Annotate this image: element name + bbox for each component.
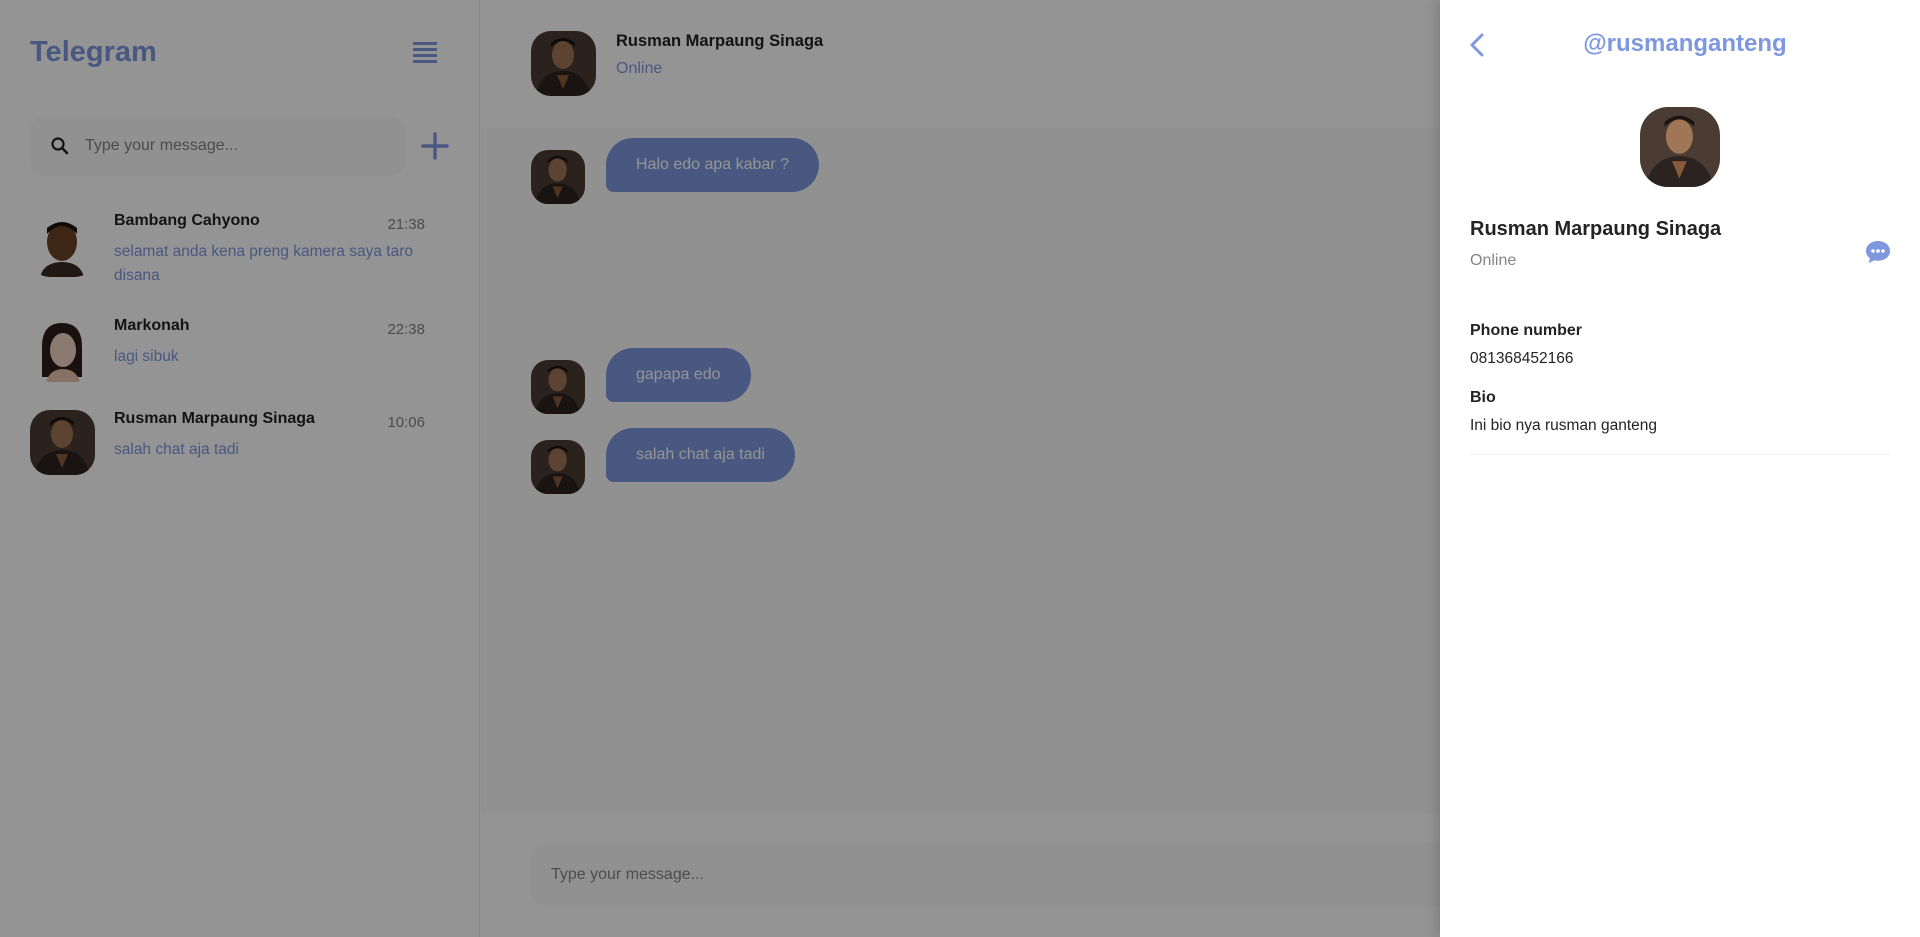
profile-drawer: @rusmanganteng Rusman Marpaung Sinaga On… <box>1440 0 1920 937</box>
bio-label: Bio <box>1470 389 1496 406</box>
profile-name: Rusman Marpaung Sinaga <box>1470 218 1722 240</box>
profile-avatar <box>1640 107 1720 187</box>
profile-username: @rusmanganteng <box>1583 30 1787 57</box>
profile-status: Online <box>1470 252 1517 269</box>
divider <box>1470 454 1890 455</box>
phone-value: 081368452166 <box>1470 350 1574 367</box>
bio-value: Ini bio nya rusman ganteng <box>1470 417 1657 434</box>
phone-label: Phone number <box>1470 322 1583 339</box>
chat-bubble-icon[interactable] <box>1865 240 1891 264</box>
